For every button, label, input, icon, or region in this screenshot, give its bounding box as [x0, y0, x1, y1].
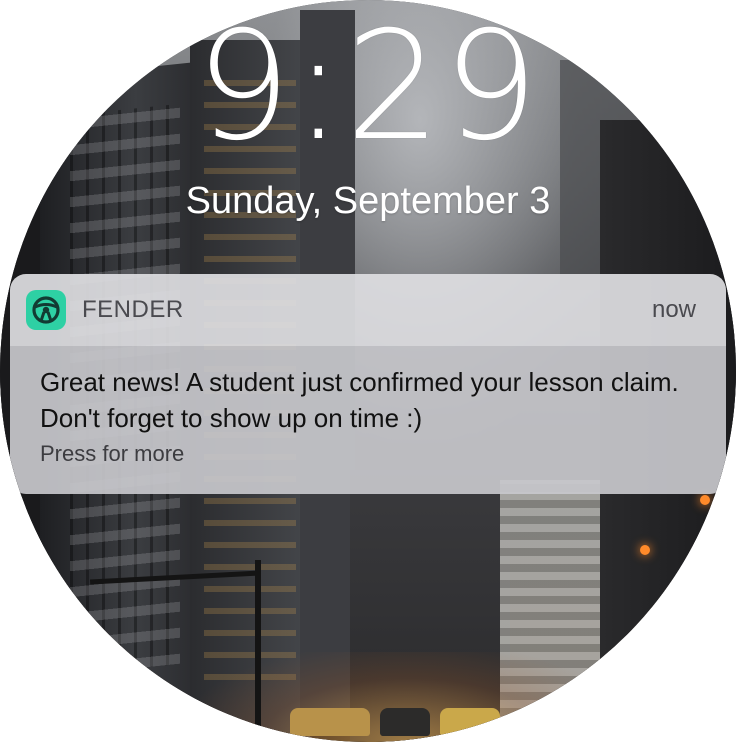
notification-body: Great news! A student just confirmed you… [10, 346, 726, 494]
notification-card[interactable]: FENDER now Great news! A student just co… [10, 274, 726, 494]
notification-press-hint: Press for more [40, 441, 185, 466]
lockscreen-date: Sunday, September 3 [185, 180, 551, 222]
lockscreen-clock: 9:29 [195, 0, 541, 174]
notification-app-name: FENDER [82, 296, 184, 323]
lockscreen: 9:29 Sunday, September 3 FENDER now Grea… [0, 0, 736, 742]
steering-wheel-icon [26, 290, 66, 330]
notification-message: Great news! A student just confirmed you… [40, 367, 679, 433]
notification-timestamp: now [651, 296, 696, 323]
notification-header: FENDER now [10, 274, 726, 346]
